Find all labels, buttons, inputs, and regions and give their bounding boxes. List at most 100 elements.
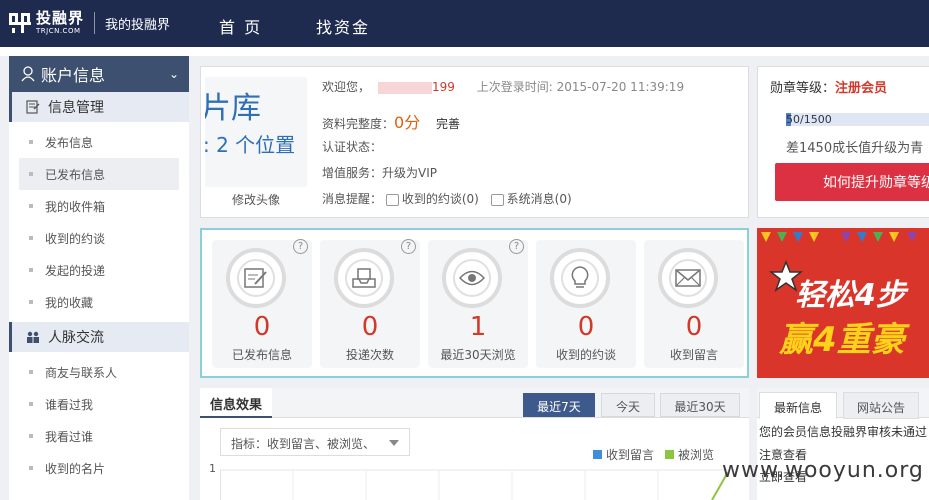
bullet — [29, 466, 33, 470]
bullet — [29, 140, 33, 144]
chevron-down-icon[interactable]: ⌄ — [169, 67, 179, 81]
sidebar-item-label: 发布信息 — [45, 135, 94, 150]
logo-domain: TRJCN.COM — [36, 27, 81, 35]
sidebar-item-label: 发起的投递 — [45, 263, 106, 278]
stat-value: 0 — [685, 312, 703, 342]
stat-label: 最近30天浏览 — [440, 348, 516, 362]
sidebar-header[interactable]: 账户信息 ⌄ — [9, 56, 189, 92]
system-msg-link[interactable]: 系统消息(0) — [507, 192, 572, 206]
logo-mark-icon — [8, 11, 32, 35]
section-label: 信息管理 — [48, 100, 104, 116]
growth-progress-bar: 50/1500 — [786, 113, 929, 126]
sidebar-section-info-management[interactable]: 信息管理 — [9, 92, 189, 122]
upgrade-vip-link[interactable]: 升级为VIP — [382, 166, 437, 180]
metric-select[interactable]: 指标：收到留言、被浏览、 — [220, 428, 410, 456]
sidebar-item-interviews[interactable]: 收到的约谈 — [9, 222, 189, 254]
stat-value: 0 — [253, 312, 271, 342]
avatar[interactable]: 片库 : 2 个位置 — [205, 77, 307, 187]
nav-home[interactable]: 首 页 — [219, 14, 262, 38]
stat-card-views[interactable]: ? 1 最近30天浏览 — [428, 239, 528, 368]
sidebar: 账户信息 ⌄ 信息管理 发布信息 已发布信息 我的收件箱 收到的约谈 发起的投递… — [9, 56, 189, 500]
welcome-row: 欢迎您， 199 上次登录时间: 2015-07-20 11:39:19 — [322, 78, 684, 95]
logo-subtitle: 我的投融界 — [105, 17, 171, 33]
improve-badge-button[interactable]: 如何提升勋章等级 — [775, 163, 929, 201]
bullet — [29, 236, 33, 240]
sidebar-item-label: 收到的名片 — [45, 461, 106, 476]
tab-latest-info[interactable]: 最新信息 — [759, 392, 837, 419]
stat-value: 1 — [469, 312, 487, 342]
auth-label: 认证状态： — [322, 140, 383, 154]
sidebar-item-label: 我的收藏 — [45, 295, 94, 310]
stat-ring — [226, 248, 286, 308]
tab-site-notice[interactable]: 网站公告 — [843, 392, 919, 419]
news-item[interactable]: 您的会员信息投融界审核未通过 — [759, 423, 927, 440]
bullet — [29, 434, 33, 438]
news-panel: 最新信息 网站公告 您的会员信息投融界审核未通过 注意查看 立即查看 — [757, 388, 929, 500]
stat-value: 0 — [577, 312, 595, 342]
stat-label: 收到的约谈 — [555, 348, 616, 362]
help-icon[interactable]: ? — [401, 239, 416, 254]
avatar-text-2: : 2 个位置 — [205, 133, 296, 157]
welcome-label: 欢迎您， — [322, 80, 371, 94]
nav-find-funds[interactable]: 找资金 — [316, 14, 370, 38]
logo-divider — [94, 12, 96, 34]
bullet — [29, 172, 33, 176]
chat-icon — [385, 193, 399, 206]
sidebar-item-cards[interactable]: 收到的名片 — [9, 452, 189, 484]
sidebar-item-deliveries[interactable]: 发起的投递 — [9, 254, 189, 286]
y-axis-tick: 1 — [209, 462, 216, 475]
tab-last-30-days[interactable]: 最近30天 — [660, 393, 740, 417]
watermark: www.wooyun.org — [722, 458, 924, 483]
promo-banner[interactable]: 轻松4步 赢4重豪 — [757, 228, 929, 378]
stat-card-interviews[interactable]: 0 收到的约谈 — [536, 240, 636, 368]
sidebar-item-label: 我看过谁 — [45, 429, 94, 444]
top-gutter — [0, 47, 929, 56]
bullet — [29, 370, 33, 374]
avatar-text-1: 片库 — [205, 91, 261, 126]
profile-panel: 片库 : 2 个位置 修改头像 欢迎您， 199 上次登录时间: 2015-07-… — [200, 66, 749, 218]
complete-profile-link[interactable]: 完善 — [436, 117, 460, 131]
badge-level-value: 注册会员 — [835, 81, 888, 96]
eye-icon — [458, 270, 486, 286]
effect-header: 信息效果 最近7天 今天 最近30天 — [200, 388, 749, 418]
tab-last-7-days[interactable]: 最近7天 — [523, 393, 595, 417]
interview-msg-link[interactable]: 收到的约谈(0) — [402, 192, 479, 206]
stat-card-published[interactable]: ? 0 已发布信息 — [212, 239, 312, 368]
tray-icon — [352, 268, 376, 288]
sidebar-item-label: 谁看过我 — [45, 397, 94, 412]
help-icon[interactable]: ? — [293, 239, 308, 254]
sidebar-item-who-viewed-me[interactable]: 谁看过我 — [9, 388, 189, 420]
bunting-decoration — [761, 232, 917, 242]
effect-chart — [220, 469, 730, 500]
promo-line-2: 赢4重豪 — [779, 320, 905, 360]
completeness-label: 资料完整度： — [322, 117, 395, 131]
edit-avatar-link[interactable]: 修改头像 — [205, 191, 307, 208]
last-login-time: 2015-07-20 11:39:19 — [556, 80, 685, 94]
message-row: 消息提醒： 收到的约谈(0) 系统消息(0) — [322, 190, 572, 207]
sidebar-section-networking[interactable]: 人脉交流 — [9, 322, 189, 352]
site-logo[interactable]: 投融界 TRJCN.COM 我的投融界 — [8, 11, 170, 35]
sidebar-item-inbox[interactable]: 我的收件箱 — [9, 190, 189, 222]
sidebar-item-published[interactable]: 已发布信息 — [19, 158, 179, 190]
message-icon — [490, 193, 504, 206]
sidebar-title: 账户信息 — [41, 66, 106, 85]
stat-card-deliveries[interactable]: ? 0 投递次数 — [320, 239, 420, 368]
completeness-value: 0分 — [394, 113, 421, 132]
upgrade-hint: 差1450成长值升级为青 — [786, 141, 924, 156]
stat-value: 0 — [361, 312, 379, 342]
sidebar-item-favorites[interactable]: 我的收藏 — [9, 286, 189, 318]
username-suffix: 199 — [432, 80, 455, 94]
sidebar-item-publish[interactable]: 发布信息 — [9, 126, 189, 158]
stat-label: 已发布信息 — [231, 348, 292, 362]
badge-level: 勋章等级：注册会员 — [770, 77, 887, 96]
bulb-icon — [571, 266, 589, 288]
envelope-icon — [675, 269, 701, 287]
edit-doc-icon — [244, 268, 267, 288]
help-icon[interactable]: ? — [509, 239, 524, 254]
redacted-username — [378, 81, 433, 94]
tab-today[interactable]: 今天 — [601, 393, 655, 417]
sidebar-item-contacts[interactable]: 商友与联系人 — [9, 356, 189, 388]
badge-level-label: 勋章等级： — [770, 81, 836, 96]
sidebar-item-i-viewed[interactable]: 我看过谁 — [9, 420, 189, 452]
stat-card-messages[interactable]: 0 收到留言 — [644, 240, 744, 368]
